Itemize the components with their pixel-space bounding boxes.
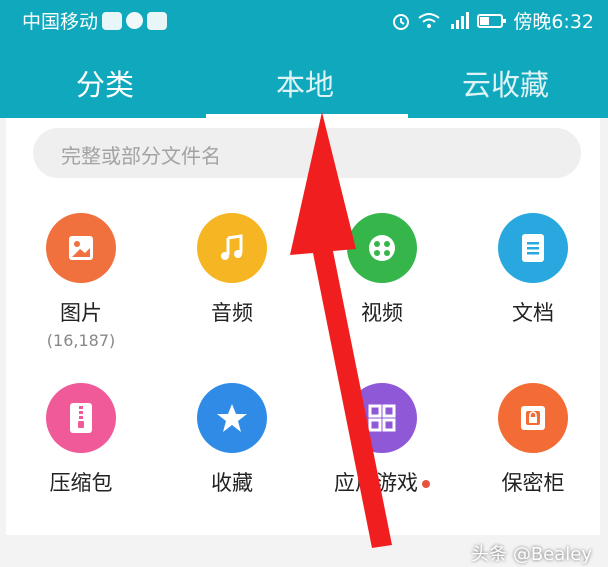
document-icon [498, 213, 568, 283]
image-icon [46, 213, 116, 283]
safe-icon [498, 383, 568, 453]
video-icon [347, 213, 417, 283]
signal-icon [451, 11, 470, 29]
category-label: 文档 [512, 301, 554, 325]
status-bar: 中国移动 傍晚6:32 [0, 0, 608, 38]
chat-icon [126, 12, 144, 29]
category-label: 图片 [60, 301, 102, 325]
category-label: 保密柜 [501, 471, 565, 495]
category-label: 音频 [211, 301, 253, 325]
new-badge-dot [422, 480, 430, 488]
clock: 傍晚6:32 [513, 11, 594, 33]
wifi-icon [418, 12, 440, 28]
category-label: 应用游戏 [334, 471, 418, 495]
category-favorites[interactable]: 收藏 [172, 383, 292, 497]
tab-category[interactable]: 分类 [76, 62, 134, 104]
search-input[interactable]: 完整或部分文件名 [33, 128, 581, 178]
tab-cloud-favorites[interactable]: 云收藏 [462, 62, 549, 104]
star-icon [197, 383, 267, 453]
search-placeholder: 完整或部分文件名 [61, 144, 221, 168]
category-label: 收藏 [211, 471, 253, 495]
category-label-wrap: 应用游戏 [322, 467, 442, 497]
battery-icon [477, 13, 507, 28]
category-archives[interactable]: 压缩包 [21, 383, 141, 497]
category-safe[interactable]: 保密柜 [473, 383, 593, 497]
category-apps-games[interactable]: 应用游戏 [322, 383, 442, 497]
category-images[interactable]: 图片 (16,187) [21, 213, 141, 350]
app-icon [147, 11, 168, 30]
category-count: (16,187) [46, 331, 116, 350]
category-audio[interactable]: 音频 [172, 213, 292, 327]
alarm-icon [393, 13, 410, 30]
carrier-name: 中国移动 [22, 11, 99, 33]
tab-local[interactable]: 本地 [276, 62, 334, 104]
category-label: 视频 [361, 301, 403, 325]
notification-icon [102, 11, 123, 30]
music-icon [197, 213, 267, 283]
category-label: 压缩包 [49, 471, 113, 495]
watermark: 头条 @Bealey [471, 544, 592, 565]
apps-icon [347, 383, 417, 453]
category-video[interactable]: 视频 [322, 213, 442, 327]
zip-icon [46, 383, 116, 453]
category-documents[interactable]: 文档 [473, 213, 593, 327]
